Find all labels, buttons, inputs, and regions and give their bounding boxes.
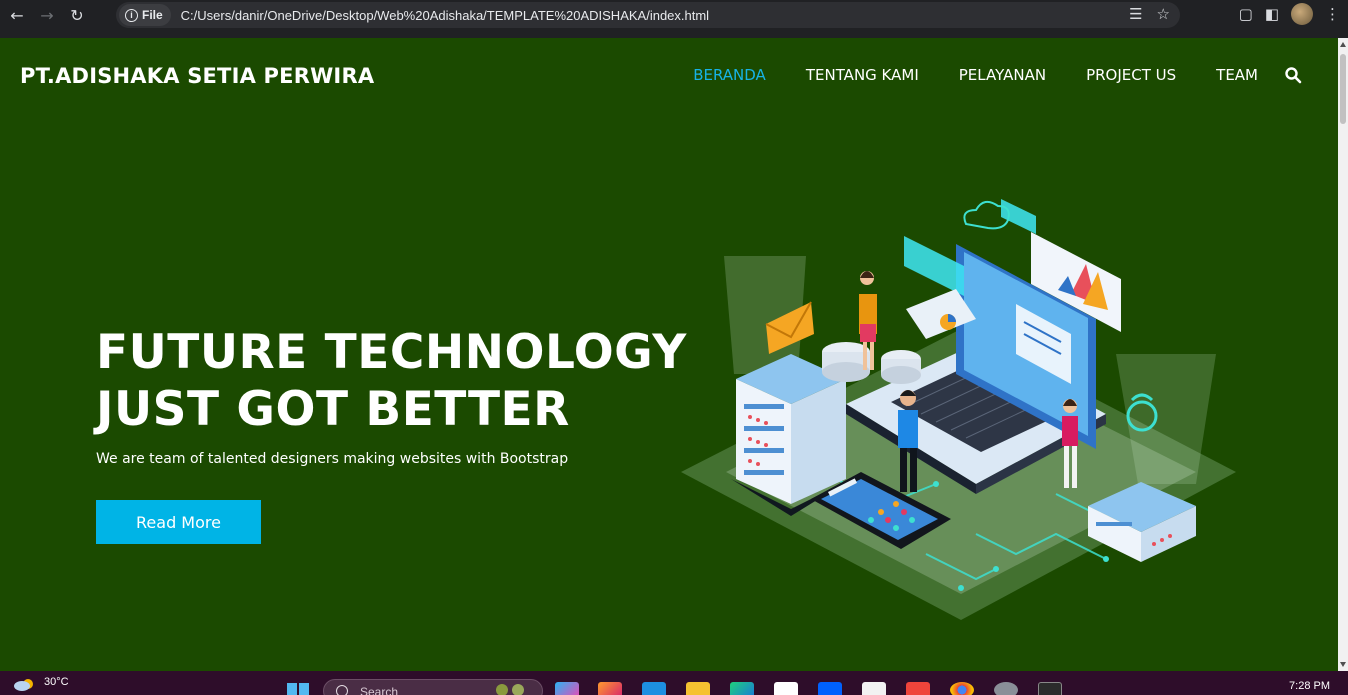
amazon-icon[interactable] (862, 682, 886, 695)
info-icon: i (125, 8, 138, 22)
vscode-icon[interactable] (642, 682, 666, 695)
hero-subtitle: We are team of talented designers making… (96, 451, 569, 467)
profile-avatar[interactable] (1291, 3, 1313, 25)
hero-illustration (681, 199, 1236, 620)
forward-icon[interactable]: → (34, 2, 60, 28)
url-text[interactable]: C:/Users/danir/OneDrive/Desktop/Web%20Ad… (181, 8, 709, 23)
weather-temperature[interactable]: 30°C (44, 676, 69, 688)
anydesk-icon[interactable] (906, 682, 930, 695)
reload-icon[interactable]: ↻ (64, 2, 90, 28)
nav-item-tentang-kami[interactable]: TENTANG KAMI (806, 66, 919, 84)
web-page: PT.ADISHAKA SETIA PERWIRA BERANDA TENTAN… (0, 38, 1338, 671)
file-explorer-icon[interactable] (686, 682, 710, 695)
hero-title-line-1: FUTURE TECHNOLOGY (96, 325, 687, 380)
taskbar-search[interactable]: Search (323, 679, 543, 695)
read-more-button[interactable]: Read More (96, 500, 261, 544)
toolbar-divider (0, 30, 1348, 38)
browser-toolbar: ← → ↻ i File C:/Users/danir/OneDrive/Des… (0, 0, 1348, 30)
menu-kebab-icon[interactable]: ⋮ (1325, 5, 1340, 23)
nav-item-beranda[interactable]: BERANDA (693, 66, 766, 84)
store-icon[interactable] (774, 682, 798, 695)
page-scrollbar[interactable] (1338, 38, 1348, 671)
windows-taskbar: 30°C Search 7:28 PM (0, 671, 1348, 695)
nav-item-pelayanan[interactable]: PELAYANAN (959, 66, 1046, 84)
site-nav: BERANDA TENTANG KAMI PELAYANAN PROJECT U… (693, 66, 1258, 84)
taskbar-search-label: Search (360, 685, 399, 695)
extensions-icon[interactable]: ▢ (1239, 5, 1253, 23)
nav-item-team[interactable]: TEAM (1216, 66, 1258, 84)
search-icon[interactable] (1284, 66, 1302, 84)
site-info-chip[interactable]: i File (119, 4, 171, 26)
bookmark-star-icon[interactable]: ☆ (1157, 5, 1170, 23)
terminal-icon[interactable] (1038, 682, 1062, 695)
scroll-down-arrow-icon[interactable] (1340, 662, 1346, 667)
scroll-up-arrow-icon[interactable] (1340, 42, 1346, 47)
firefox-icon[interactable] (598, 682, 622, 695)
taskbar-clock[interactable]: 7:28 PM (1289, 680, 1330, 692)
hero-title-line-2: JUST GOT BETTER (96, 382, 570, 437)
dropbox-icon[interactable] (818, 682, 842, 695)
hero-title: FUTURE TECHNOLOGY JUST GOT BETTER (96, 324, 687, 438)
taskbar-search-icon (336, 685, 348, 695)
edge-icon[interactable] (730, 682, 754, 695)
site-brand[interactable]: PT.ADISHAKA SETIA PERWIRA (20, 64, 374, 88)
address-bar[interactable]: i File C:/Users/danir/OneDrive/Desktop/W… (116, 2, 1180, 28)
search-highlight-icon (496, 684, 524, 695)
scroll-thumb[interactable] (1340, 54, 1346, 124)
chrome-icon[interactable] (950, 682, 974, 695)
weather-cloud-icon[interactable] (12, 676, 36, 692)
file-chip-label: File (142, 8, 163, 22)
copilot-icon[interactable] (555, 682, 579, 695)
settings-icon[interactable] (994, 682, 1018, 695)
back-icon[interactable]: ← (4, 2, 30, 28)
translate-icon[interactable]: ☰ (1129, 5, 1142, 23)
nav-item-project-us[interactable]: PROJECT US (1086, 66, 1176, 84)
start-icon[interactable] (287, 683, 309, 695)
sidebar-icon[interactable]: ◧ (1265, 5, 1279, 23)
